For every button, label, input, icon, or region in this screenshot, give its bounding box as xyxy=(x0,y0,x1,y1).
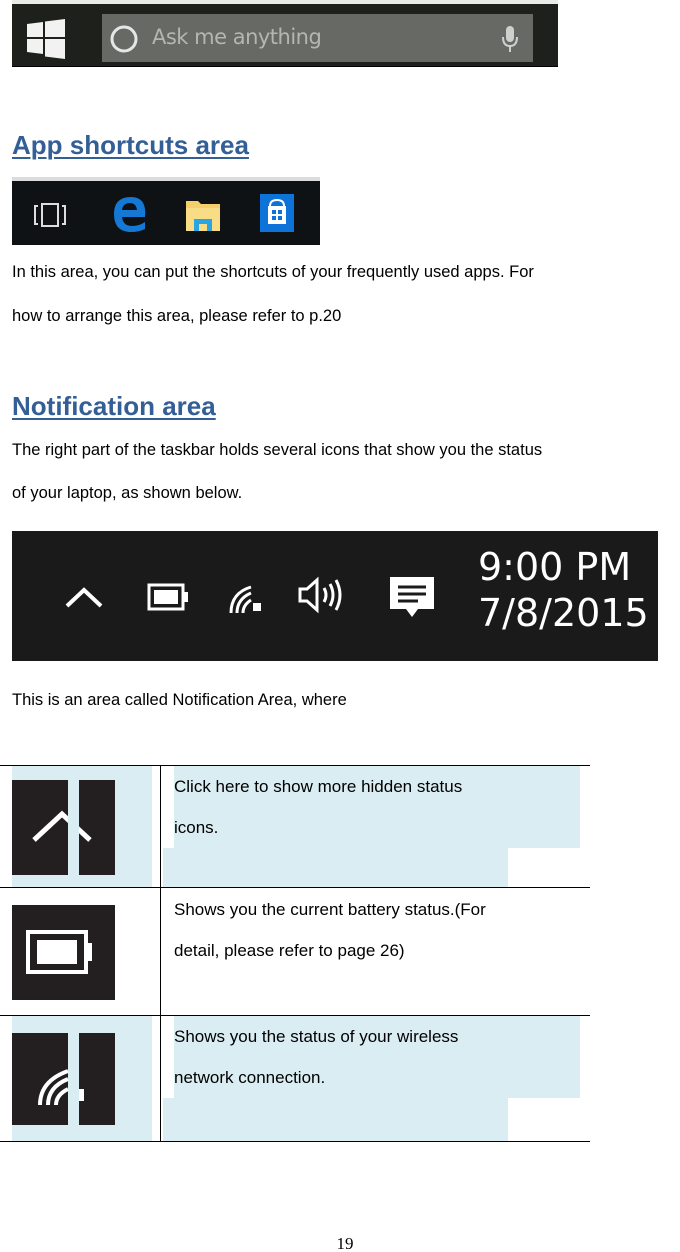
clock-time[interactable]: 9:00 PM xyxy=(478,545,631,589)
search-bar-screenshot: Ask me anything xyxy=(12,0,558,67)
page-number: 19 xyxy=(336,1234,354,1252)
file-explorer-icon xyxy=(186,201,220,231)
volume-icon[interactable] xyxy=(297,575,347,615)
row-text-line1: Shows you the status of your wireless xyxy=(174,1027,459,1046)
wifi-icon[interactable] xyxy=(227,579,267,615)
manual-page: Ask me anything App shortcuts area In th… xyxy=(0,0,680,1252)
table-row: Shows you the status of your wireless ne… xyxy=(0,1016,590,1141)
clock-date[interactable]: 7/8/2015 xyxy=(478,591,649,635)
notification-para-line1: The right part of the taskbar holds seve… xyxy=(12,441,543,459)
action-center-icon[interactable] xyxy=(388,575,436,621)
search-placeholder: Ask me anything xyxy=(152,25,322,49)
row-text-line1: Click here to show more hidden status xyxy=(174,777,463,796)
store-icon xyxy=(260,194,294,232)
app-shortcuts-para-line1: In this area, you can put the shortcuts … xyxy=(12,263,534,281)
row-text-line1: Shows you the current battery status.(Fo… xyxy=(174,900,486,919)
microphone-icon[interactable] xyxy=(500,25,520,53)
table-row: Click here to show more hidden status ic… xyxy=(0,766,590,887)
table-row: Shows you the current battery status.(Fo… xyxy=(0,888,590,1015)
row-text-line2: icons. xyxy=(174,818,219,837)
row-text-line2: detail, please refer to page 26) xyxy=(174,941,405,960)
app-shortcuts-screenshot xyxy=(12,177,320,245)
windows-logo-icon xyxy=(27,19,65,59)
cortana-circle-icon xyxy=(110,25,138,53)
edge-browser-icon xyxy=(114,197,146,232)
notification-area-screenshot: 9:00 PM 7/8/2015 xyxy=(12,531,658,661)
app-shortcuts-para-line2: how to arrange this area, please refer t… xyxy=(12,307,342,325)
notification-caption: This is an area called Notification Area… xyxy=(12,691,347,709)
chevron-up-icon xyxy=(12,780,115,875)
search-box[interactable]: Ask me anything xyxy=(102,14,533,62)
battery-icon[interactable] xyxy=(147,583,189,611)
notification-para-line2: of your laptop, as shown below. xyxy=(12,484,243,502)
task-view-icon xyxy=(34,203,66,227)
app-shortcuts-heading: App shortcuts area xyxy=(12,130,249,160)
row-text-line2: network connection. xyxy=(174,1068,326,1087)
notification-icons-table: Click here to show more hidden status ic… xyxy=(0,765,590,1142)
battery-icon xyxy=(12,905,115,1000)
notification-heading: Notification area xyxy=(12,391,216,421)
chevron-up-icon[interactable] xyxy=(64,586,104,610)
wifi-icon xyxy=(12,1033,115,1125)
